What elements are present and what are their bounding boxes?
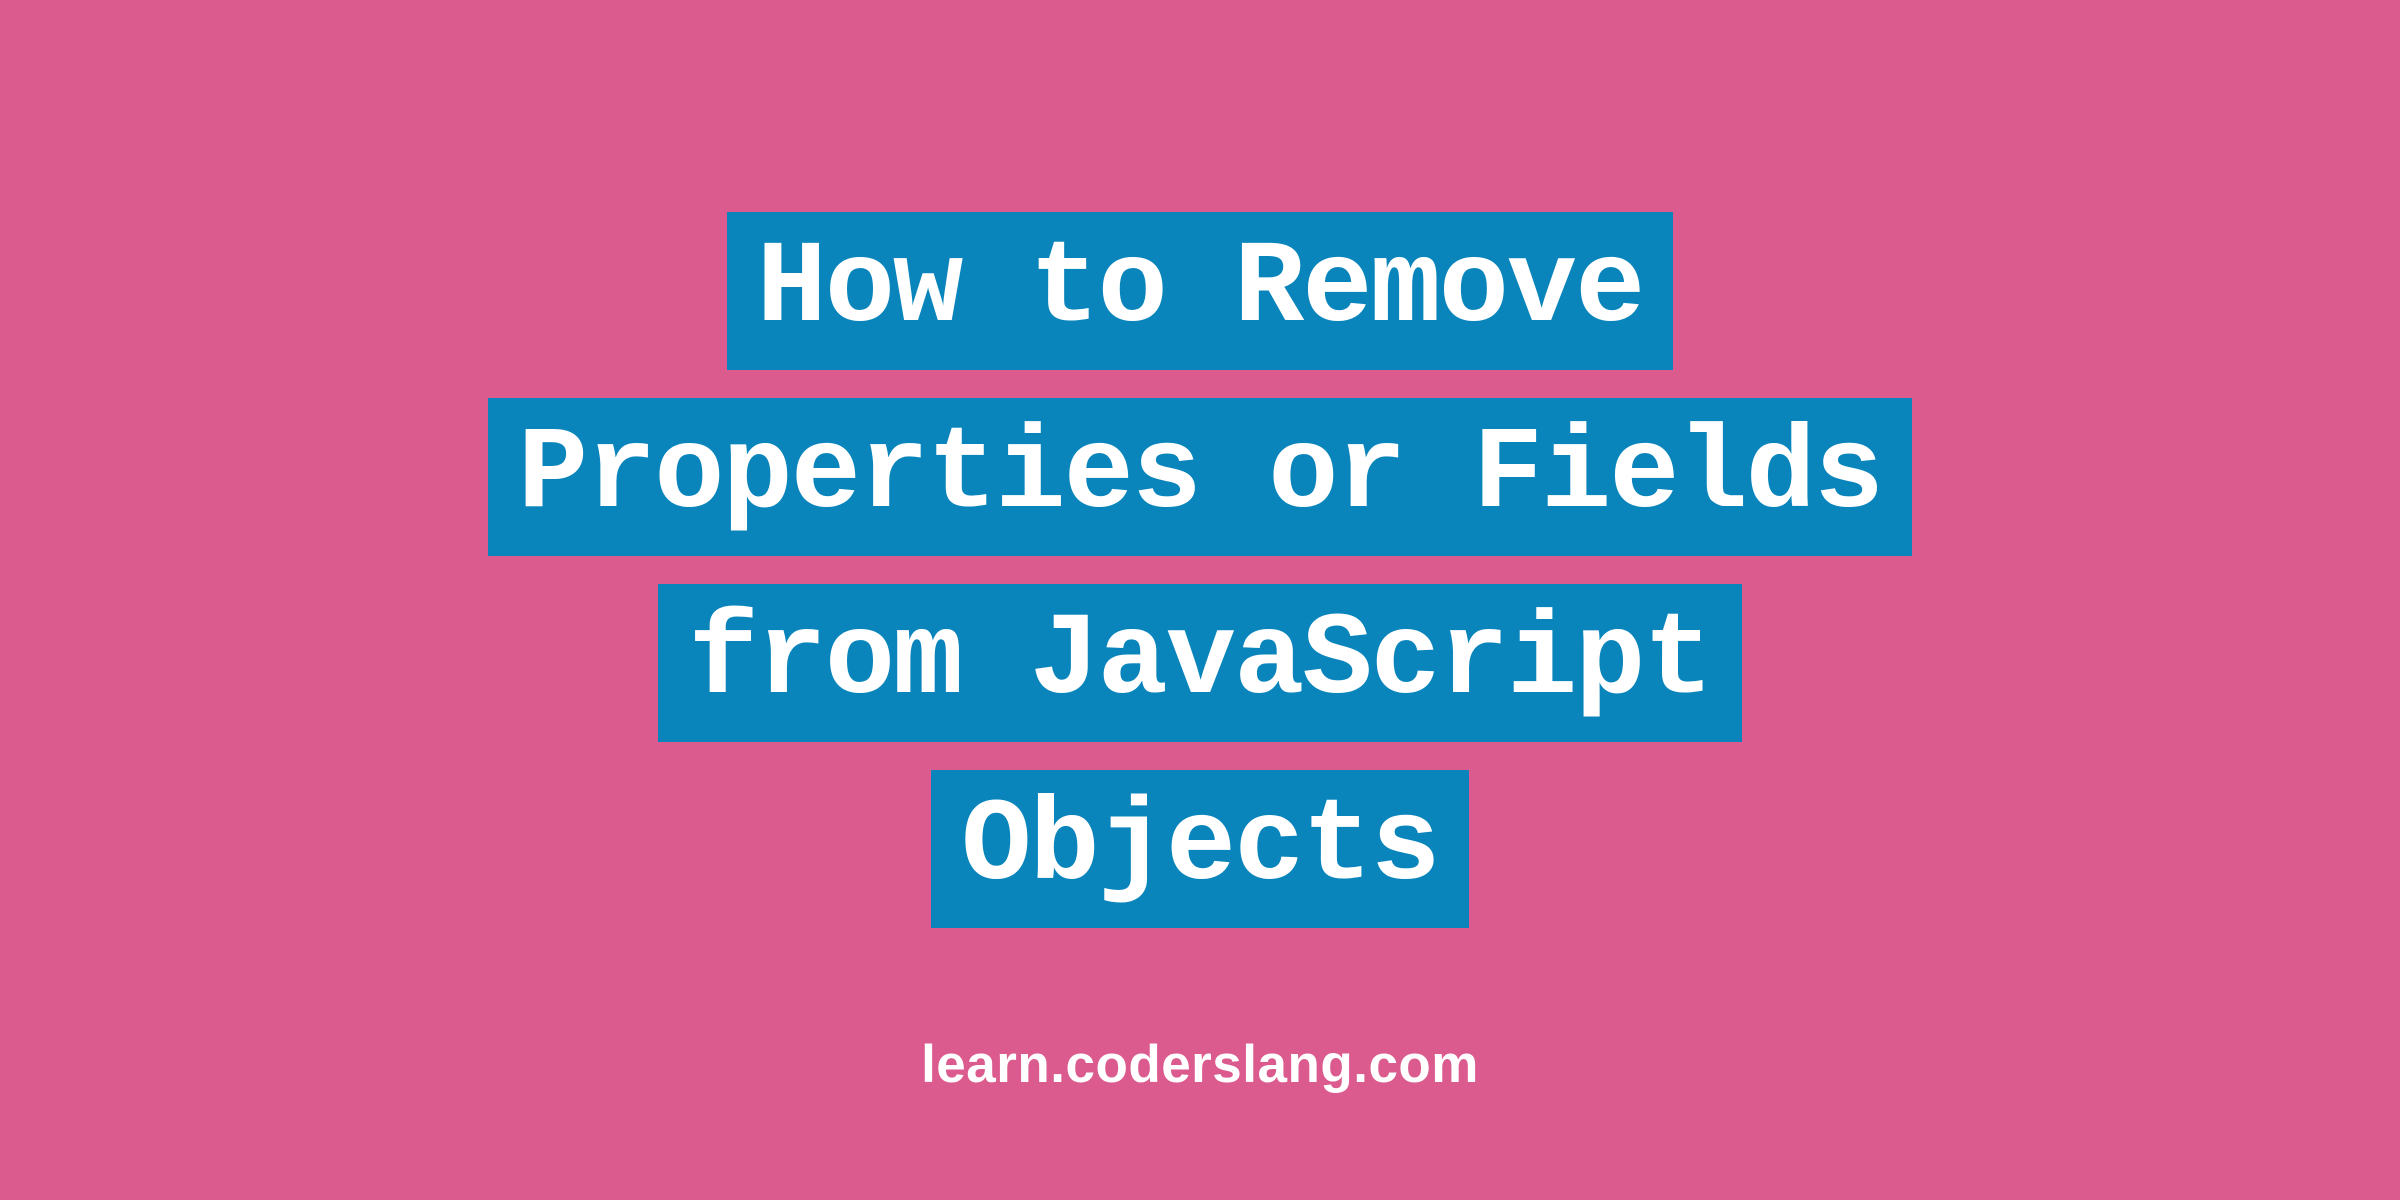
title-line-3: from JavaScript [658,584,1741,742]
title-line-4: Objects [931,770,1468,928]
article-title: How to Remove Properties or Fields from … [488,212,1912,928]
title-line-2: Properties or Fields [488,398,1912,556]
title-line-1: How to Remove [727,212,1674,370]
website-url: learn.coderslang.com [921,1034,1479,1095]
